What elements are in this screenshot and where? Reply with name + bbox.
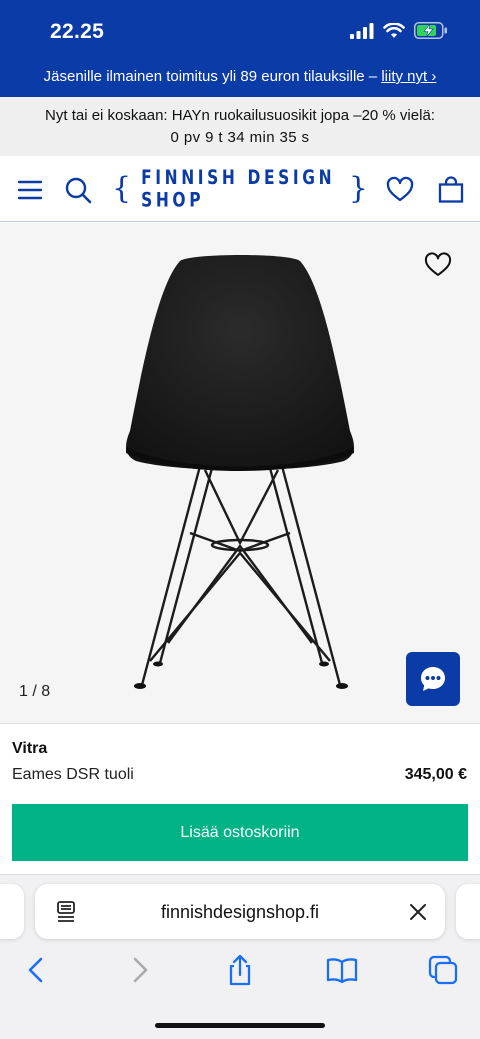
- add-to-cart-button[interactable]: Lisää ostoskoriin: [12, 804, 468, 861]
- forward-icon[interactable]: [124, 954, 156, 986]
- site-header: { FINNISH DESIGN SHOP }: [0, 156, 480, 222]
- countdown-message: Nyt tai ei koskaan: HAYn ruokailusuosiki…: [45, 107, 435, 124]
- countdown-timer: 0 pv 9 t 34 min 35 s: [170, 129, 310, 146]
- logo-brace-left: {: [112, 171, 132, 206]
- heart-icon[interactable]: [386, 176, 414, 204]
- chair-illustration: [126, 255, 354, 689]
- signal-icon: [350, 22, 374, 39]
- menu-icon[interactable]: [16, 176, 44, 204]
- close-icon[interactable]: [408, 902, 428, 922]
- wishlist-heart-icon[interactable]: [424, 252, 452, 278]
- product-brand[interactable]: Vitra: [12, 740, 47, 758]
- chat-icon: [421, 667, 445, 691]
- address-bar[interactable]: finnishdesignshop.fi: [35, 884, 445, 939]
- address-url: finnishdesignshop.fi: [160, 902, 320, 922]
- product-price: 345,00 €: [404, 766, 467, 783]
- next-tab-preview[interactable]: [456, 884, 480, 939]
- image-counter: 1 / 8: [19, 683, 51, 700]
- home-indicator: [155, 1023, 325, 1028]
- product-image[interactable]: [0, 223, 480, 724]
- bag-icon[interactable]: [437, 176, 465, 204]
- search-icon[interactable]: [64, 176, 92, 204]
- logo-brace-right: }: [348, 171, 368, 206]
- status-bar: 22.25: [0, 0, 480, 62]
- promo-banner: Jäsenille ilmainen toimitus yli 89 euron…: [0, 62, 480, 97]
- product-name: Eames DSR tuoli: [12, 766, 134, 783]
- tabs-icon[interactable]: [427, 954, 459, 986]
- countdown-banner[interactable]: Nyt tai ei koskaan: HAYn ruokailusuosiki…: [0, 97, 480, 156]
- back-icon[interactable]: [20, 954, 52, 986]
- promo-text: Jäsenille ilmainen toimitus yli 89 euron…: [43, 68, 382, 85]
- battery-charging-icon: [414, 22, 447, 39]
- share-icon[interactable]: [224, 954, 256, 986]
- previous-tab-preview[interactable]: [0, 884, 24, 939]
- status-icons: [350, 22, 448, 39]
- join-link[interactable]: liity nyt ›: [381, 68, 436, 85]
- logo-text: FINNISH DESIGN SHOP: [141, 166, 336, 212]
- chat-button[interactable]: [406, 652, 460, 706]
- wifi-icon: [383, 22, 405, 38]
- site-logo[interactable]: { FINNISH DESIGN SHOP }: [112, 167, 368, 212]
- bookmarks-icon[interactable]: [326, 954, 358, 986]
- status-time: 22.25: [50, 20, 105, 43]
